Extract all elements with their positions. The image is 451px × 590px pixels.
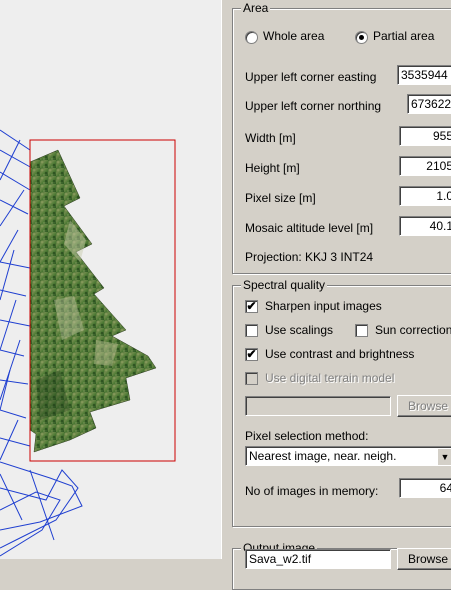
area-group-title: Area: [241, 1, 271, 15]
output-browse-button[interactable]: Browse: [397, 548, 451, 570]
partial-area-label[interactable]: Partial area: [373, 28, 434, 44]
projection-text: Projection: KKJ 3 INT24: [245, 250, 374, 264]
radio-selected-dot: [359, 35, 364, 40]
mosaic-image: [29, 149, 157, 453]
dtm-label: Use digital terrain model: [265, 371, 395, 385]
altitude-input[interactable]: 40.1: [399, 216, 451, 236]
contrast-label[interactable]: Use contrast and brightness: [265, 346, 414, 362]
pane-splitter[interactable]: [221, 0, 225, 559]
images-memory-label: No of images in memory:: [245, 484, 379, 498]
pixel-method-value: Nearest image, near. neigh.: [249, 449, 397, 463]
dtm-path-input[interactable]: [245, 396, 391, 416]
spectral-quality-group: Spectral quality ✔ Sharpen input images …: [232, 278, 451, 527]
settings-panel: Area Whole area Partial area Upper left …: [232, 0, 451, 590]
pixel-method-label: Pixel selection method:: [245, 429, 369, 443]
mosaic-preview-canvas[interactable]: [0, 0, 221, 559]
pixel-method-select[interactable]: Nearest image, near. neigh. ▼: [245, 446, 451, 466]
mosaic-preview-pane[interactable]: [0, 0, 222, 559]
ul-northing-label: Upper left corner northing: [245, 99, 382, 113]
dtm-checkbox[interactable]: [245, 372, 258, 385]
area-group: Area Whole area Partial area Upper left …: [232, 1, 451, 274]
scalings-checkbox[interactable]: [245, 324, 258, 337]
contrast-checkbox[interactable]: ✔: [245, 348, 258, 361]
chevron-down-icon[interactable]: ▼: [437, 448, 451, 465]
whole-area-radio[interactable]: [245, 31, 258, 44]
output-image-group: Output image Sava_w2.tif Browse: [232, 541, 451, 590]
width-label: Width [m]: [245, 131, 296, 145]
scalings-label[interactable]: Use scalings: [265, 322, 333, 338]
sun-correction-checkbox[interactable]: [355, 324, 368, 337]
width-input[interactable]: 955: [399, 126, 451, 146]
sun-correction-label[interactable]: Sun correction: [375, 322, 451, 338]
height-input[interactable]: 2105: [399, 156, 451, 176]
dtm-browse-button[interactable]: Browse: [397, 395, 451, 417]
ul-easting-label: Upper left corner easting: [245, 70, 377, 84]
output-file-input[interactable]: Sava_w2.tif: [245, 549, 391, 569]
sharpen-checkbox[interactable]: ✔: [245, 300, 258, 313]
pixel-size-label: Pixel size [m]: [245, 191, 316, 205]
altitude-label: Mosaic altitude level [m]: [245, 221, 374, 235]
whole-area-label[interactable]: Whole area: [263, 28, 324, 44]
pixel-size-input[interactable]: 1.0: [399, 186, 451, 206]
partial-area-radio[interactable]: [355, 31, 368, 44]
height-label: Height [m]: [245, 161, 300, 175]
spectral-group-title: Spectral quality: [241, 278, 328, 292]
sharpen-label[interactable]: Sharpen input images: [265, 298, 382, 314]
ul-northing-input[interactable]: 6736220: [407, 94, 451, 114]
images-memory-input[interactable]: 64: [399, 478, 451, 498]
ul-easting-input[interactable]: 3535944: [397, 65, 451, 85]
